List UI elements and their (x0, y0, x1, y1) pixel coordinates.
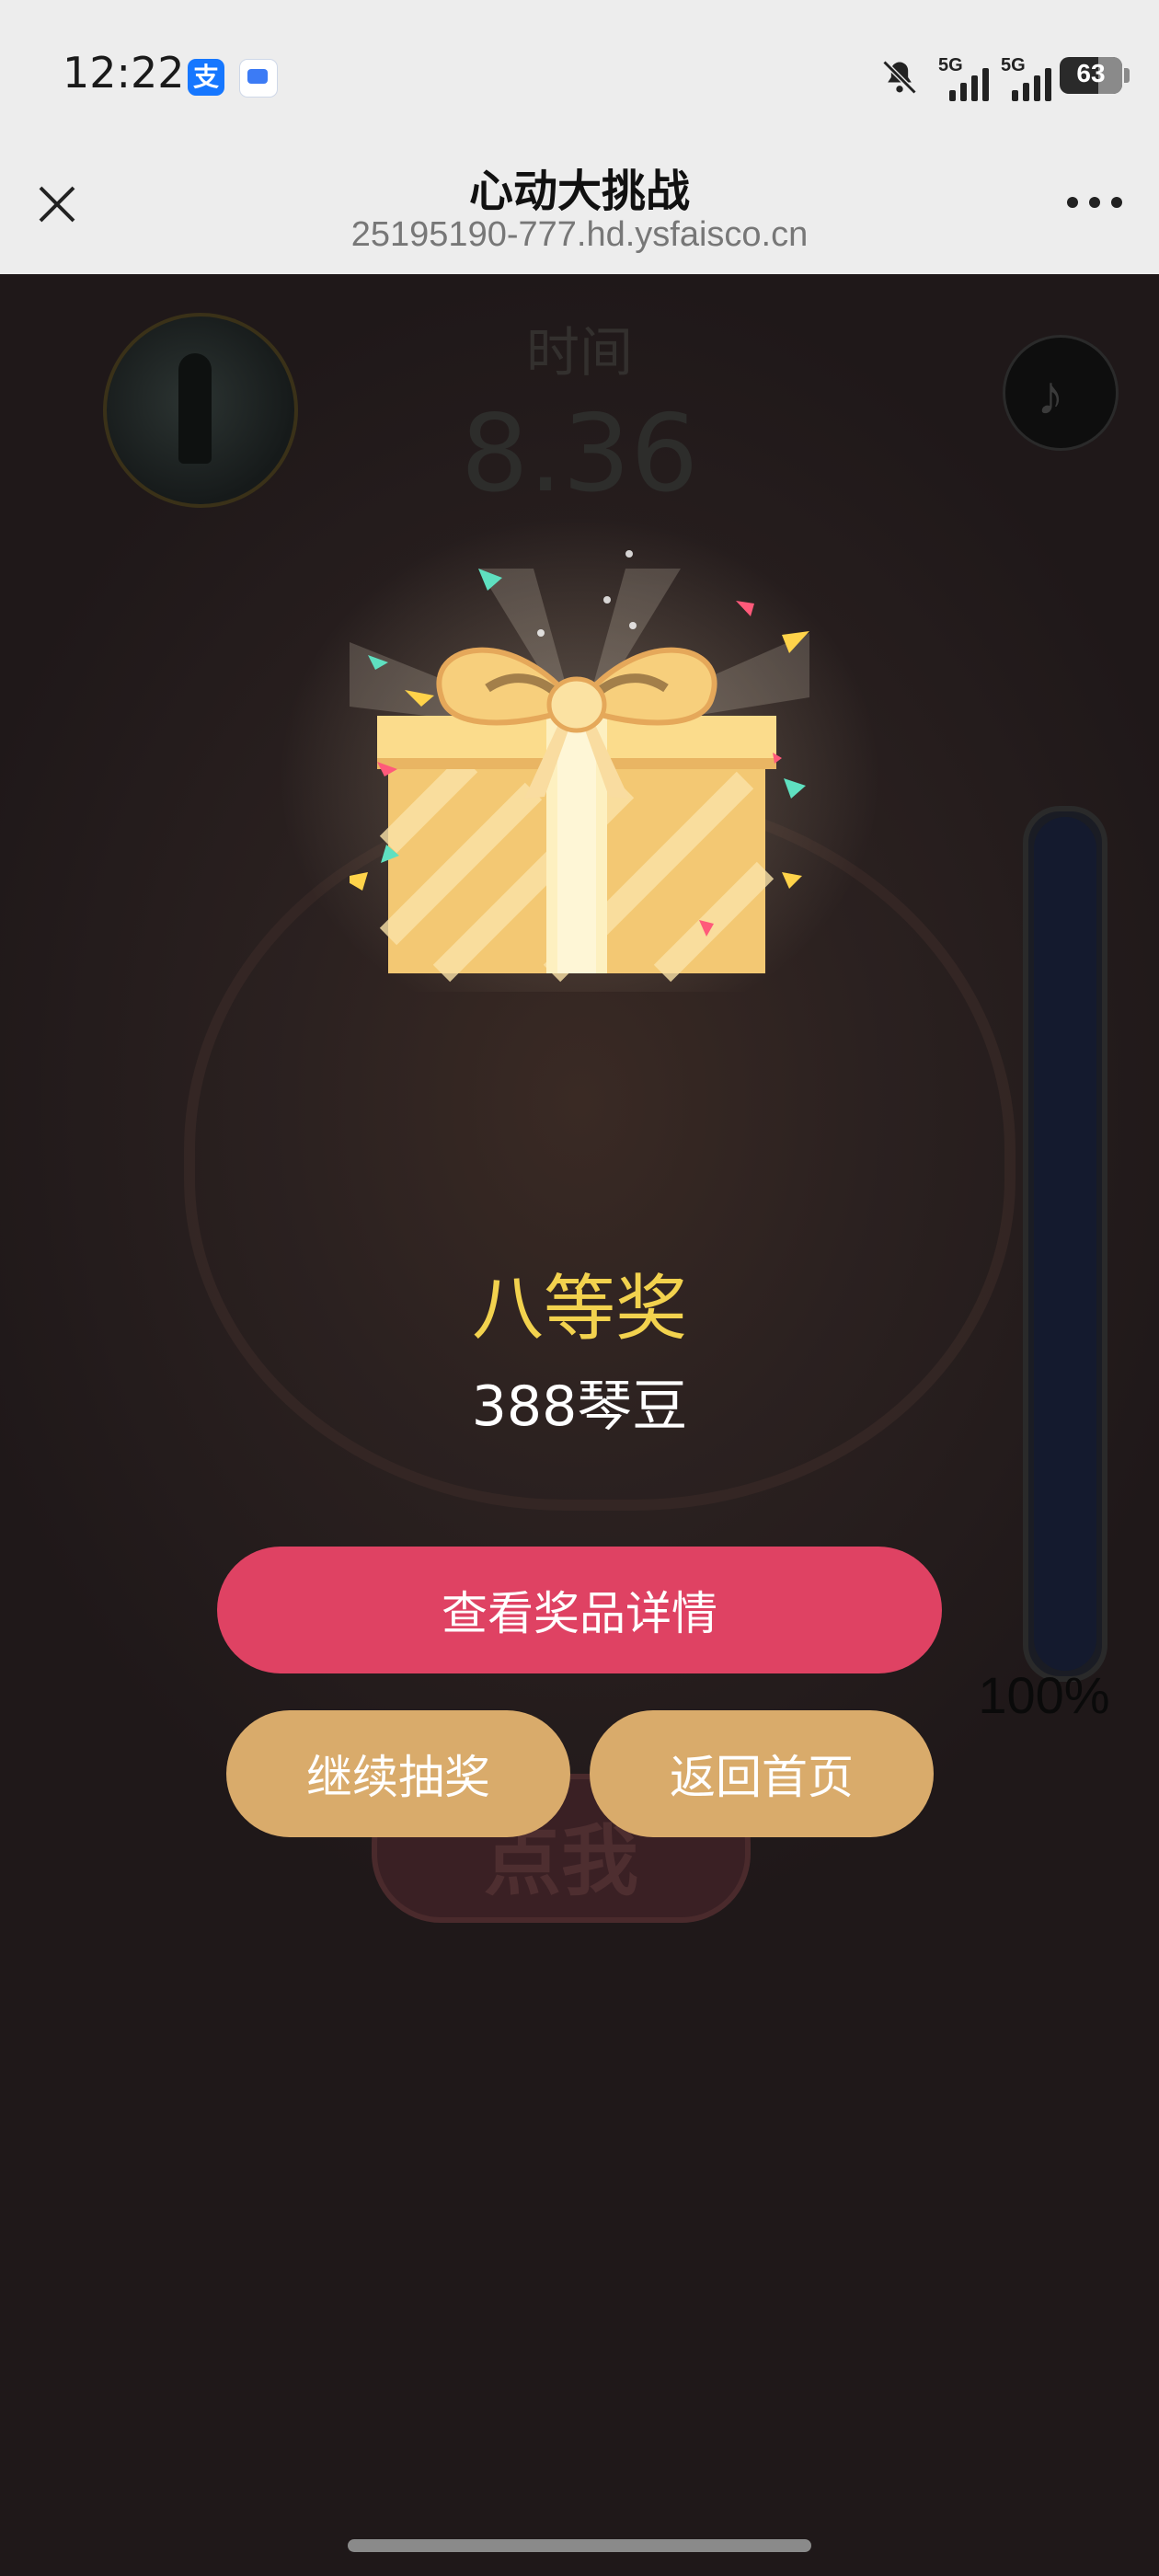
sparkle (625, 550, 633, 558)
battery-icon: 63 (1060, 57, 1122, 94)
progress-percent: 100% (978, 1666, 1110, 1724)
progress-bar (1023, 806, 1107, 1682)
progress-bar-fill (1034, 817, 1096, 1671)
battery-level: 63 (1076, 59, 1106, 87)
home-indicator[interactable] (348, 2539, 811, 2552)
sparkle (603, 596, 611, 604)
music-button[interactable]: ♪ (1003, 335, 1119, 451)
page-title: 心动大挑战 (468, 167, 690, 216)
more-icon[interactable] (1058, 184, 1131, 221)
signal-icon: 5G (938, 55, 1003, 101)
prize-title: 八等奖 (471, 1268, 687, 1351)
message-icon (239, 59, 278, 98)
game-area: 时间 8.36 ♪ 点我 100% 八等奖 388琴豆 查看奖品详情 继续抽奖 … (0, 274, 1159, 2576)
continue-draw-button[interactable]: 继续抽奖 (226, 1710, 570, 1837)
sparkle (537, 629, 545, 637)
nav-bar: 心动大挑战 25195190-777.hd.ysfaisco.cn (0, 147, 1159, 274)
prize-description: 388琴豆 (471, 1374, 688, 1439)
page-url: 25195190-777.hd.ysfaisco.cn (350, 215, 809, 254)
network-type-2: 5G (1001, 55, 1026, 75)
status-icons: 5G 5G 63 (882, 52, 1130, 103)
network-type-1: 5G (938, 55, 963, 75)
music-note-icon: ♪ (1037, 364, 1064, 426)
view-prize-details-button[interactable]: 查看奖品详情 (217, 1547, 942, 1673)
alipay-icon: 支 (188, 59, 224, 96)
time-label: 时间 (525, 323, 633, 383)
status-bar: 12:22 支 5G 5G 63 (0, 0, 1159, 147)
back-home-button[interactable]: 返回首页 (590, 1710, 934, 1837)
signal-icon-2: 5G (1001, 55, 1065, 101)
status-time: 12:22 (63, 48, 185, 98)
gift-box-icon (350, 569, 809, 983)
bell-off-icon (882, 60, 917, 95)
sparkle (629, 622, 637, 629)
time-value: 8.36 (460, 392, 699, 516)
